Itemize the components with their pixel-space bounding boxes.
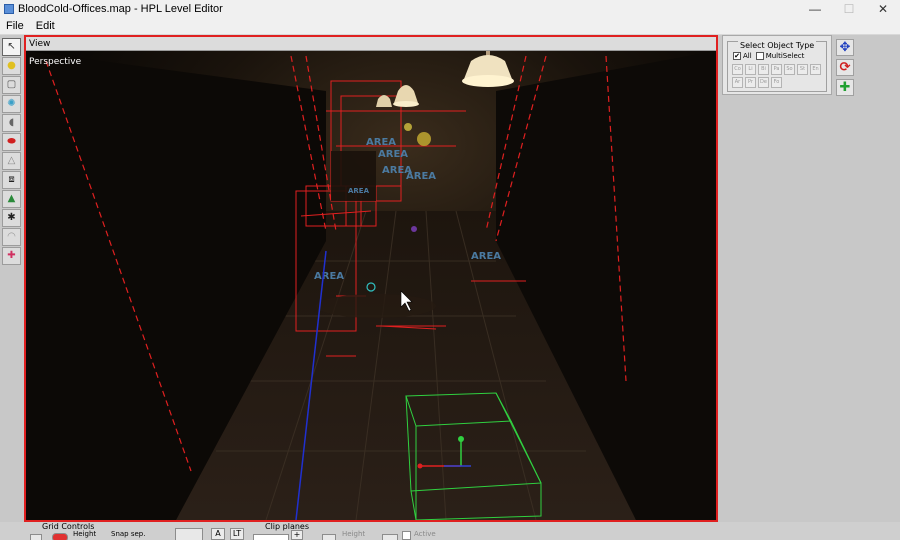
menu-bar: File Edit bbox=[0, 18, 900, 35]
clip-active-checkbox[interactable] bbox=[402, 531, 411, 540]
area-label: AREA bbox=[366, 137, 396, 148]
billboard-icon: △ bbox=[7, 155, 16, 166]
fog-area-icon: ◠ bbox=[7, 231, 16, 242]
primitive-tool-button[interactable]: ✱ bbox=[2, 209, 21, 227]
translate-arrows-icon: ✥ bbox=[839, 40, 851, 55]
grid-color-swatch[interactable] bbox=[52, 533, 68, 540]
window-titlebar: BloodCold-Offices.map - HPL Level Editor… bbox=[0, 0, 900, 18]
sound-tool-button[interactable]: ◖ bbox=[2, 114, 21, 132]
multiselect-label: MultiSelect bbox=[765, 52, 805, 60]
static-object-tool-button[interactable]: ▢ bbox=[2, 76, 21, 94]
editor-viewport[interactable]: View AREA AREA AREA AREA AREA AREA AREA … bbox=[24, 35, 718, 522]
area-label: AREA bbox=[348, 187, 370, 195]
static-object-icon: ▢ bbox=[6, 79, 17, 90]
multiselect-checkbox[interactable] bbox=[755, 52, 764, 60]
menu-file[interactable]: File bbox=[0, 20, 30, 32]
window-title: BloodCold-Offices.map - HPL Level Editor bbox=[18, 3, 223, 15]
type-button-fo[interactable]: Fo bbox=[771, 77, 782, 88]
a-button[interactable]: A bbox=[211, 528, 225, 540]
grid-height-label: Height bbox=[73, 530, 97, 538]
scale-plus-icon: ✚ bbox=[839, 80, 851, 95]
clip-plane-axis-button[interactable] bbox=[322, 534, 336, 540]
area-label: AREA bbox=[378, 149, 408, 160]
maximize-icon[interactable]: ☐ bbox=[832, 0, 866, 18]
select-object-type-panel: Select Object Type ✔ All MultiSelect Co … bbox=[722, 35, 832, 95]
perspective-scene[interactable]: AREA AREA AREA AREA AREA AREA AREA Persp… bbox=[26, 51, 716, 520]
grid-plane-selector[interactable] bbox=[175, 528, 203, 540]
panel-title: Select Object Type bbox=[738, 41, 817, 50]
menu-edit[interactable]: Edit bbox=[30, 20, 61, 32]
all-label: All bbox=[743, 52, 752, 60]
particle-system-icon: ✺ bbox=[7, 98, 16, 109]
area-icon: ⧈ bbox=[8, 174, 15, 185]
select-tool-button[interactable]: ↖ bbox=[2, 38, 21, 56]
translate-tool-button[interactable]: ✥ bbox=[836, 39, 854, 56]
light-tool-button[interactable]: ● bbox=[2, 57, 21, 75]
select-arrow-icon: ↖ bbox=[7, 41, 16, 52]
object-type-group: Select Object Type ✔ All MultiSelect Co … bbox=[727, 41, 827, 92]
add-clip-plane-button[interactable]: + bbox=[291, 530, 303, 540]
grid-toggle-button[interactable] bbox=[30, 534, 42, 540]
transform-tools: ✥ ⟳ ✚ bbox=[836, 39, 856, 96]
type-button-st[interactable]: St bbox=[797, 64, 808, 75]
scene-render: AREA AREA AREA AREA AREA AREA AREA bbox=[26, 51, 716, 520]
clip-height-label: Height bbox=[342, 530, 366, 538]
area-label: AREA bbox=[314, 271, 344, 282]
sound-icon: ◖ bbox=[8, 117, 15, 128]
combine-icon: ✚ bbox=[7, 250, 16, 261]
primitive-icon: ✱ bbox=[7, 212, 16, 223]
fog-area-tool-button[interactable]: ◠ bbox=[2, 228, 21, 246]
type-button-bi[interactable]: Bi bbox=[758, 64, 769, 75]
billboard-tool-button[interactable]: △ bbox=[2, 152, 21, 170]
type-button-en[interactable]: En bbox=[810, 64, 821, 75]
clip-height-field[interactable] bbox=[382, 534, 398, 540]
combine-tool-button[interactable]: ✚ bbox=[2, 247, 21, 265]
type-button-co[interactable]: Co bbox=[732, 64, 743, 75]
lt-button[interactable]: LT bbox=[230, 528, 244, 540]
area-tool-button[interactable]: ⧈ bbox=[2, 171, 21, 189]
viewport-header: View bbox=[26, 37, 716, 51]
snap-separation-label: Snap sep. bbox=[111, 530, 146, 538]
rotate-tool-button[interactable]: ⟳ bbox=[836, 59, 854, 76]
area-label: AREA bbox=[471, 251, 501, 262]
decal-icon: ▲ bbox=[7, 193, 16, 204]
viewport-mode-label: Perspective bbox=[29, 57, 82, 67]
light-bulb-icon: ● bbox=[7, 60, 16, 71]
entity-tool-button[interactable]: ⬬ bbox=[2, 133, 21, 151]
rotate-icon: ⟳ bbox=[839, 60, 851, 75]
app-icon bbox=[4, 4, 14, 14]
clip-active-label: Active bbox=[414, 530, 436, 538]
scale-tool-button[interactable]: ✚ bbox=[836, 79, 854, 96]
type-button-ar[interactable]: Ar bbox=[732, 77, 743, 88]
close-icon[interactable]: ✕ bbox=[866, 0, 900, 18]
filter-checkboxes: ✔ All MultiSelect bbox=[733, 52, 804, 60]
type-button-so[interactable]: So bbox=[784, 64, 795, 75]
entity-icon: ⬬ bbox=[7, 136, 16, 147]
bottom-controls: Grid Controls Height Snap sep. A LT Clip… bbox=[0, 522, 900, 540]
type-button-de[interactable]: De bbox=[758, 77, 769, 88]
particle-tool-button[interactable]: ✺ bbox=[2, 95, 21, 113]
type-button-grid: Co Li Bi Pa So St En Ar Pr De Fo bbox=[732, 64, 828, 88]
clip-plane-list[interactable] bbox=[253, 534, 289, 540]
type-button-pa[interactable]: Pa bbox=[771, 64, 782, 75]
all-checkbox[interactable]: ✔ bbox=[733, 52, 741, 60]
area-label: AREA bbox=[406, 171, 436, 182]
decal-tool-button[interactable]: ▲ bbox=[2, 190, 21, 208]
type-button-li[interactable]: Li bbox=[745, 64, 756, 75]
minimize-icon[interactable]: — bbox=[798, 0, 832, 18]
editing-tool-strip: ↖ ● ▢ ✺ ◖ ⬬ △ ⧈ ▲ ✱ ◠ ✚ bbox=[2, 38, 21, 265]
type-button-pr[interactable]: Pr bbox=[745, 77, 756, 88]
